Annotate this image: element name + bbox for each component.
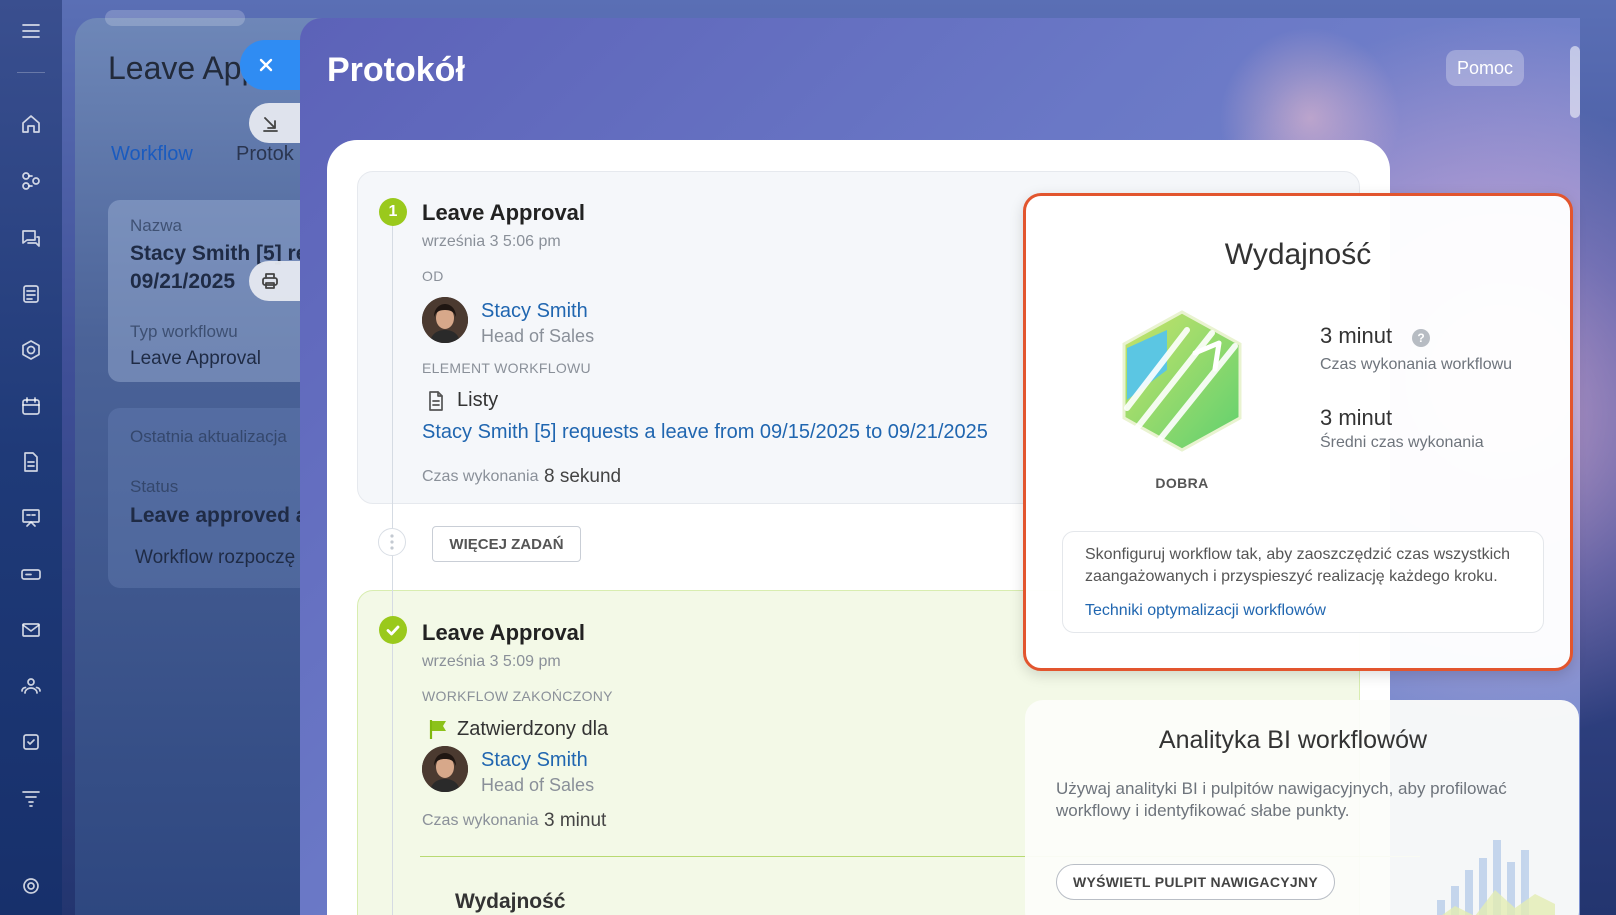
updated-label: Ostatnia aktualizacja — [130, 427, 287, 446]
workflow-completed-caption: WORKFLOW ZAKOŃCZONY — [422, 688, 613, 704]
workflow-started-text: Workflow rozpoczę — [135, 547, 296, 568]
avatar[interactable] — [422, 297, 468, 343]
team-icon[interactable] — [17, 672, 45, 700]
step-1-date: września 3 5:06 pm — [422, 233, 561, 250]
feed-icon[interactable] — [17, 280, 45, 308]
workflow-icon[interactable] — [17, 167, 45, 195]
arrow-down-right-icon — [263, 117, 278, 132]
name-label: Nazwa — [130, 216, 182, 235]
tab-protocol[interactable]: Protok — [236, 143, 294, 166]
status-value: Leave approved a — [130, 504, 308, 527]
type-label: Typ workflowu — [130, 322, 238, 341]
approved-for-text: Zatwierdzony dla — [457, 718, 609, 740]
status-label: Status — [130, 477, 179, 496]
step-2-user-role: Head of Sales — [481, 775, 595, 795]
step-1-exec-label: Czas wykonania — [422, 468, 539, 485]
optimization-tip-box: Skonfiguruj workflow tak, aby zaoszczędz… — [1062, 531, 1544, 633]
step-2-exec-value: 3 minut — [544, 810, 607, 831]
slider-scrollbar[interactable] — [1570, 46, 1580, 118]
tab-workflow[interactable]: Workflow — [111, 143, 193, 166]
bi-title: Analityka BI workflowów — [1158, 726, 1428, 754]
element-name: Listy — [457, 389, 499, 411]
calendar-icon[interactable] — [17, 392, 45, 420]
flag-icon — [426, 717, 450, 741]
from-caption: OD — [422, 268, 444, 284]
user-photo-icon — [422, 746, 468, 792]
more-dots-icon — [378, 528, 406, 556]
document-icon[interactable] — [17, 448, 45, 476]
filter-icon[interactable] — [17, 784, 45, 812]
board-icon[interactable] — [17, 504, 45, 532]
close-button[interactable] — [240, 40, 300, 90]
performance-grade: DOBRA — [1155, 475, 1209, 491]
step-1-user-role: Head of Sales — [481, 326, 595, 346]
left-navigation — [0, 0, 62, 915]
printer-icon — [262, 273, 278, 289]
menu-icon[interactable] — [17, 17, 45, 45]
timeline-line — [392, 220, 393, 915]
bi-chart-decoration-icon — [1437, 840, 1555, 915]
minimize-button[interactable] — [249, 103, 301, 143]
tasks-icon[interactable] — [17, 728, 45, 756]
step-1-exec-value: 8 sekund — [544, 466, 622, 487]
settings-icon[interactable] — [17, 872, 45, 900]
step-2-performance-title: Wydajność — [455, 890, 566, 913]
performance-panel: Wydajność DOBRA 3 minut ? Czas wykonania… — [1023, 193, 1573, 671]
tab-chip — [105, 10, 245, 26]
step-2-exec-label: Czas wykonania — [422, 812, 539, 829]
step-number-badge: 1 — [379, 198, 407, 226]
help-button[interactable]: Pomoc — [1445, 50, 1524, 86]
element-caption: ELEMENT WORKFLOWU — [422, 360, 591, 376]
step-2-date: września 3 5:09 pm — [422, 653, 561, 670]
view-dashboard-button[interactable]: WYŚWIETL PULPIT NAWIGACYJNY — [1056, 864, 1335, 900]
help-question-icon[interactable]: ? — [1412, 329, 1430, 347]
name-value-line2: 09/21/2025 — [130, 270, 236, 293]
metric-1-value: 3 minut — [1320, 323, 1393, 348]
bi-description: Używaj analityki BI i pulpitów nawigacyj… — [1056, 779, 1507, 820]
step-1-title: Leave Approval — [422, 200, 586, 225]
step-2-user-link[interactable]: Stacy Smith — [481, 749, 588, 772]
metric-2-label: Średni czas wykonania — [1320, 434, 1484, 451]
chat-icon[interactable] — [17, 224, 45, 252]
step-1-user-link[interactable]: Stacy Smith — [481, 300, 588, 323]
optimization-techniques-link[interactable]: Techniki optymalizacji workflowów — [1085, 602, 1326, 620]
avatar[interactable] — [422, 746, 468, 792]
step-2-title: Leave Approval — [422, 620, 586, 645]
slider-title: Protokół — [327, 51, 465, 89]
mail-icon[interactable] — [17, 616, 45, 644]
print-button[interactable] — [249, 261, 301, 301]
performance-grade-icon — [1117, 308, 1247, 454]
list-document-icon — [424, 389, 448, 413]
metric-2-value: 3 minut — [1320, 405, 1393, 430]
metric-1-label: Czas wykonania workflowu — [1320, 356, 1513, 373]
bi-analytics-panel: Analityka BI workflowów Używaj analityki… — [1025, 700, 1579, 915]
element-link[interactable]: Stacy Smith [5] requests a leave from 09… — [422, 421, 988, 444]
completed-check-icon — [379, 616, 407, 644]
user-photo-icon — [422, 297, 468, 343]
home-icon[interactable] — [17, 110, 45, 138]
performance-title: Wydajność — [1224, 238, 1372, 271]
more-tasks-button[interactable]: WIĘCEJ ZADAŃ — [432, 526, 581, 562]
nav-separator — [17, 72, 45, 73]
close-icon — [259, 58, 273, 72]
tip-text: Skonfiguruj workflow tak, aby zaoszczędz… — [1085, 546, 1511, 585]
type-value: Leave Approval — [130, 348, 261, 369]
hexagon-icon[interactable] — [17, 336, 45, 364]
drive-icon[interactable] — [17, 560, 45, 588]
